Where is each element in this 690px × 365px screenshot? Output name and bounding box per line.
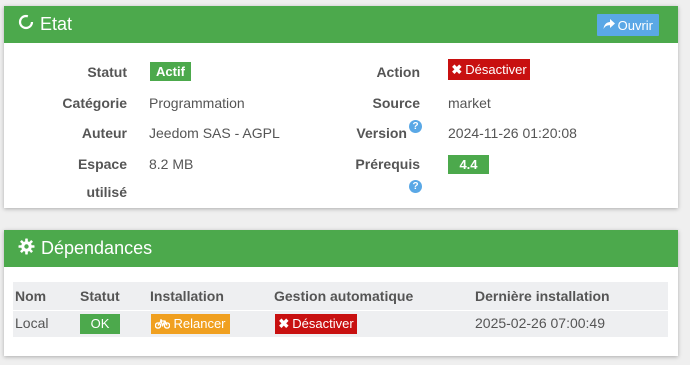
open-button[interactable]: Ouvrir xyxy=(596,14,659,36)
espace-label-line2: utilisé xyxy=(86,184,127,200)
column-header-statut: Statut xyxy=(80,288,120,304)
dependances-title-text: Dépendances xyxy=(41,238,153,258)
version-help-icon[interactable]: ? xyxy=(409,120,422,133)
action-label: Action xyxy=(376,64,420,80)
bicycle-icon xyxy=(155,319,171,329)
table-header: Nom Statut Installation Gestion automati… xyxy=(13,282,668,310)
dependances-table: Nom Statut Installation Gestion automati… xyxy=(13,282,668,337)
open-button-label: Ouvrir xyxy=(617,17,653,33)
etat-title-text: Etat xyxy=(40,14,73,34)
auteur-label: Auteur xyxy=(81,125,127,141)
espace-value: 8.2 MB xyxy=(149,156,194,172)
source-value: market xyxy=(448,95,491,111)
table-row: Local OK Relancer ✖ Désactiver 2025-02-2… xyxy=(13,311,668,337)
desactiver-button[interactable]: ✖ Désactiver xyxy=(448,59,530,80)
derniere-installation-value: 2025-02-26 07:00:49 xyxy=(475,315,605,331)
version-value: 2024-11-26 01:20:08 xyxy=(448,125,577,141)
close-icon: ✖ xyxy=(451,62,463,77)
spinner-icon xyxy=(18,14,34,35)
espace-label-line1: Espace xyxy=(77,156,127,172)
statut-badge: Actif xyxy=(150,62,191,81)
statut-label: Statut xyxy=(87,64,127,80)
dependance-nom: Local xyxy=(15,315,49,331)
source-label: Source xyxy=(372,95,420,111)
dependances-panel: Dépendances Nom Statut Installation Gest… xyxy=(4,230,678,356)
relancer-button[interactable]: Relancer xyxy=(151,314,230,334)
prerequis-badge: 4.4 xyxy=(448,155,489,174)
dependances-title: Dépendances xyxy=(18,238,152,260)
gestion-desactiver-button[interactable]: ✖ Désactiver xyxy=(275,314,357,334)
column-header-gestion-automatique: Gestion automatique xyxy=(274,288,414,304)
desactiver-button-label: Désactiver xyxy=(465,62,527,77)
relancer-button-label: Relancer xyxy=(173,316,226,331)
gestion-desactiver-label: Désactiver xyxy=(292,316,354,331)
categorie-value: Programmation xyxy=(149,95,245,111)
etat-panel-header: Etat Ouvrir xyxy=(4,6,678,43)
column-header-derniere-installation: Dernière installation xyxy=(475,288,610,304)
share-icon xyxy=(603,18,618,33)
version-label: Version xyxy=(356,125,407,141)
close-icon: ✖ xyxy=(278,316,290,331)
auteur-value: Jeedom SAS - AGPL xyxy=(149,125,280,141)
etat-panel: Etat Ouvrir Statut Actif Catégorie Progr… xyxy=(4,6,678,208)
categorie-label: Catégorie xyxy=(62,95,127,111)
column-header-nom: Nom xyxy=(15,288,47,304)
prerequis-label: Prérequis xyxy=(355,156,420,172)
column-header-installation: Installation xyxy=(150,288,224,304)
etat-title: Etat xyxy=(18,14,72,35)
prerequis-help-icon[interactable]: ? xyxy=(409,180,422,193)
dependance-statut-badge: OK xyxy=(80,314,120,334)
dependances-panel-header: Dépendances xyxy=(4,230,678,267)
gear-icon xyxy=(18,238,35,260)
